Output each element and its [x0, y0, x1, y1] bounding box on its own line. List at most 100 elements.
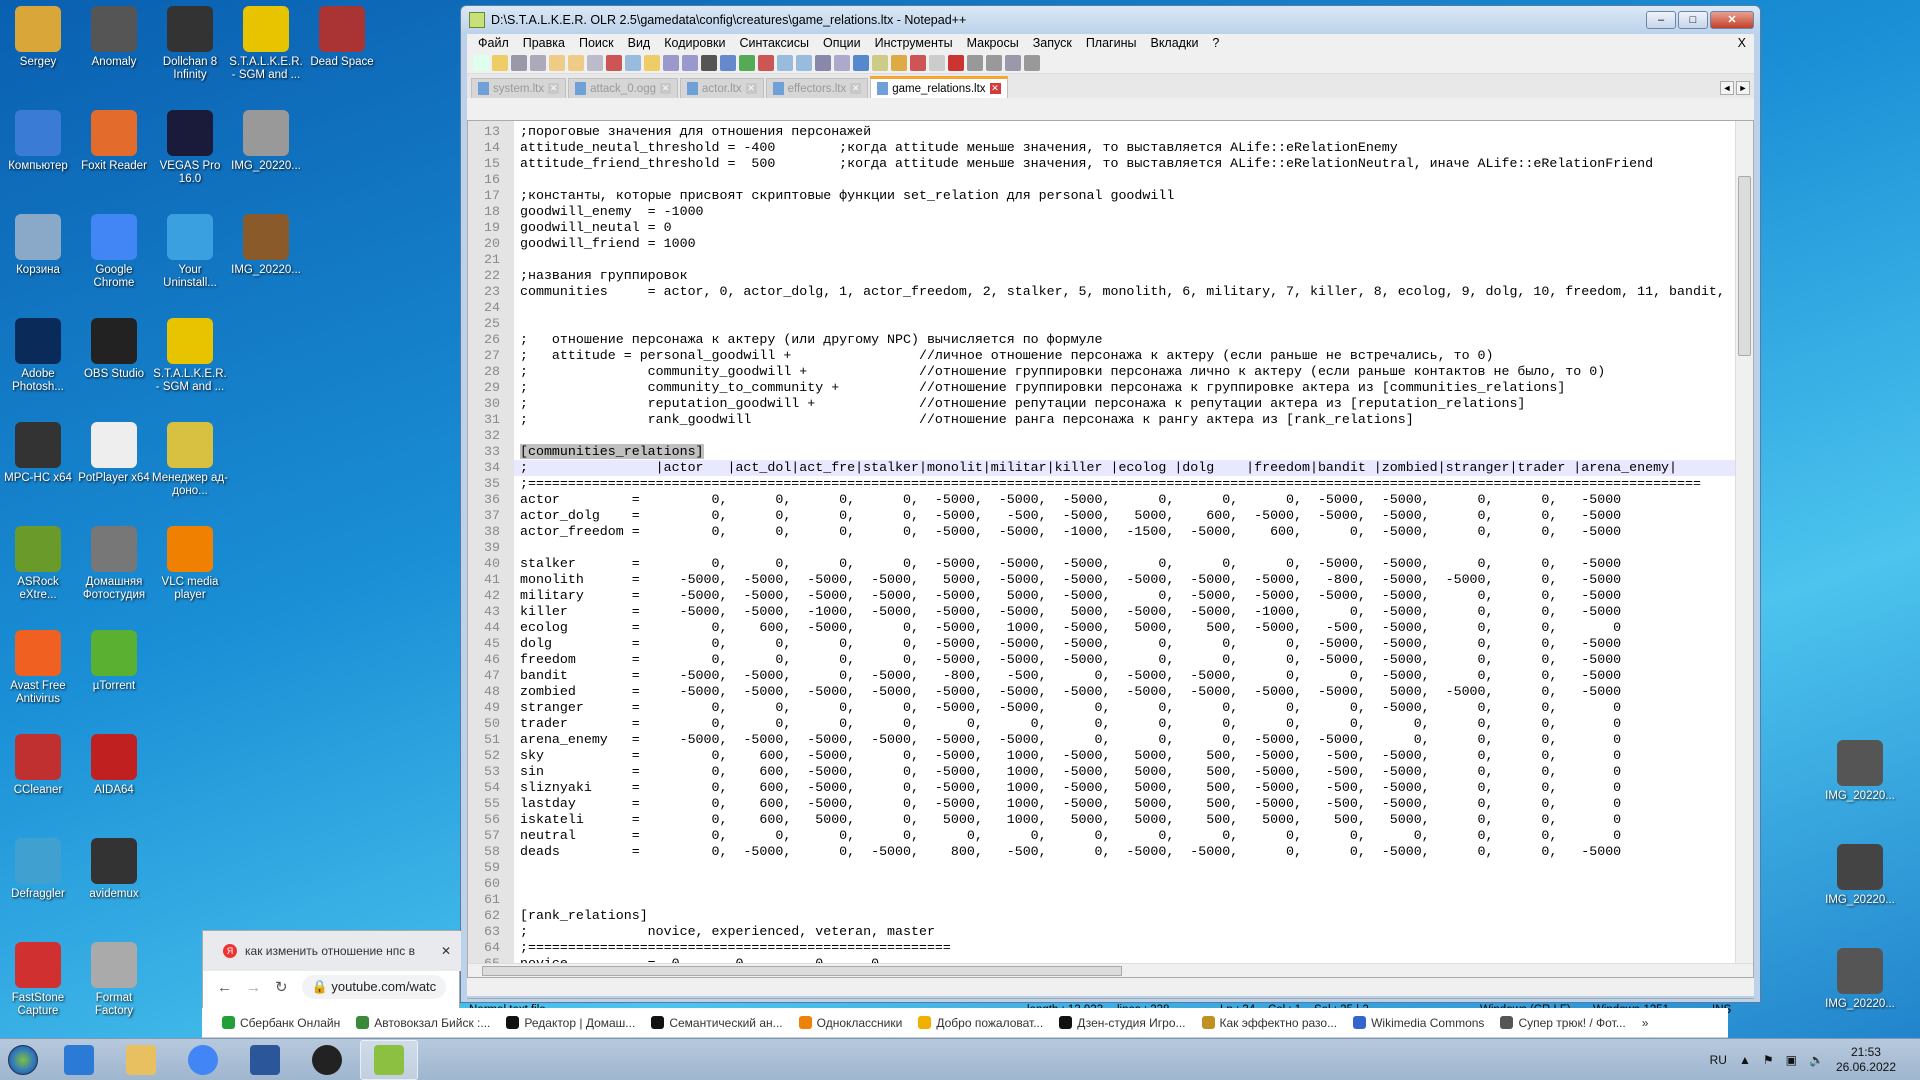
menu-item[interactable]: Поиск [572, 36, 621, 50]
desktop-icon[interactable]: IMG_20220... [228, 110, 304, 173]
desktop-icon[interactable]: VLC media player [152, 526, 228, 602]
bookmarks-more-button[interactable]: » [1642, 1016, 1649, 1030]
desktop-icon[interactable]: Менеджер ад-доно... [152, 422, 228, 498]
desktop-icon[interactable]: Defraggler [0, 838, 76, 901]
bookmark[interactable]: Сбербанк Онлайн [222, 1016, 340, 1030]
desktop-icon[interactable]: Dollchan 8 Infinity [152, 6, 228, 82]
language-indicator[interactable]: RU [1710, 1053, 1727, 1067]
toolbar-button-icon[interactable] [701, 54, 717, 71]
tab-scroll-button[interactable]: ◄ [1720, 81, 1734, 95]
toolbar-button-icon[interactable] [511, 54, 527, 71]
toolbar-button-icon[interactable] [872, 54, 888, 71]
bookmark[interactable]: Добро пожаловат... [918, 1016, 1043, 1030]
toolbar-button-icon[interactable] [625, 54, 641, 71]
toolbar-button-icon[interactable] [1024, 54, 1040, 71]
desktop-icon[interactable]: Dead Space [304, 6, 380, 69]
toolbar-button-icon[interactable] [967, 54, 983, 71]
desktop-icon[interactable]: Sergey [0, 6, 76, 69]
minimize-button[interactable]: – [1646, 11, 1676, 29]
forward-icon[interactable]: → [246, 979, 261, 996]
back-icon[interactable]: ← [217, 979, 232, 996]
toolbar-button-icon[interactable] [739, 54, 755, 71]
toolbar-button-icon[interactable] [853, 54, 869, 71]
bookmark[interactable]: Одноклассники [798, 1016, 902, 1030]
menu-item[interactable]: Опции [816, 36, 868, 50]
toolbar-button-icon[interactable] [891, 54, 907, 71]
network-icon[interactable]: ▣ [1786, 1053, 1797, 1067]
toolbar-button-icon[interactable] [986, 54, 1002, 71]
desktop-icon[interactable]: Adobe Photosh... [0, 318, 76, 394]
toolbar-button-icon[interactable] [682, 54, 698, 71]
address-bar[interactable]: 🔒 youtube.com/watc [301, 975, 447, 999]
chrome-tab[interactable]: Я как изменить отношение нпс в ✕ [203, 931, 461, 971]
toolbar-button-icon[interactable] [644, 54, 660, 71]
desktop-icon[interactable]: avidemux [76, 838, 152, 901]
toolbar-button-icon[interactable] [663, 54, 679, 71]
tray-expand-icon[interactable]: ▲ [1739, 1053, 1751, 1067]
desktop-icon[interactable]: OBS Studio [76, 318, 152, 381]
toolbar-button-icon[interactable] [549, 54, 565, 71]
toolbar-button-icon[interactable] [815, 54, 831, 71]
toolbar-button-icon[interactable] [568, 54, 584, 71]
menu-item[interactable]: Макросы [960, 36, 1026, 50]
menu-item[interactable]: Запуск [1026, 36, 1079, 50]
horizontal-scrollbar[interactable] [468, 963, 1753, 977]
volume-icon[interactable]: 🔊 [1809, 1053, 1824, 1067]
taskbar-explorer[interactable] [112, 1040, 170, 1080]
tab-file[interactable]: actor.ltx ✕ [679, 78, 764, 98]
desktop-icon[interactable]: Your Uninstall... [152, 214, 228, 290]
toolbar-button-icon[interactable] [758, 54, 774, 71]
tab-scroll-button[interactable]: ► [1736, 81, 1750, 95]
desktop-icon[interactable]: S.T.A.L.K.E.R. - SGM and ... [228, 6, 304, 82]
toolbar-button-icon[interactable] [492, 54, 508, 71]
menu-item[interactable]: Синтаксисы [732, 36, 816, 50]
tab-file[interactable]: effectors.ltx ✕ [765, 78, 869, 98]
bookmark[interactable]: Wikimedia Commons [1353, 1016, 1484, 1030]
toolbar-button-icon[interactable] [910, 54, 926, 71]
menu-item[interactable]: Вкладки [1143, 36, 1205, 50]
tab-file[interactable]: system.ltx ✕ [471, 78, 567, 98]
toolbar-button-icon[interactable] [530, 54, 546, 71]
bookmark[interactable]: Супер трюк! / Фот... [1500, 1016, 1626, 1030]
desktop-icon[interactable]: IMG_20220... [1822, 844, 1898, 907]
desktop-icon[interactable]: Foxit Reader [76, 110, 152, 173]
tab-file[interactable]: attack_0.ogg ✕ [568, 78, 678, 98]
close-document-button[interactable]: X [1731, 36, 1754, 50]
text-editor[interactable]: 13 ;пороговые значения для отношения перс… [467, 120, 1754, 978]
tab-close-icon[interactable]: ✕ [441, 944, 451, 958]
bookmark[interactable]: Автовокзал Бийск :... [356, 1016, 490, 1030]
menu-item[interactable]: Кодировки [657, 36, 732, 50]
toolbar-button-icon[interactable] [796, 54, 812, 71]
flag-icon[interactable]: ⚑ [1763, 1053, 1774, 1067]
desktop-icon[interactable]: Anomaly [76, 6, 152, 69]
desktop-icon[interactable]: AIDA64 [76, 734, 152, 797]
taskbar-chrome[interactable] [174, 1040, 232, 1080]
desktop-icon[interactable]: ASRock eXtre... [0, 526, 76, 602]
maximize-button[interactable]: □ [1678, 11, 1708, 29]
menu-item[interactable]: Инструменты [868, 36, 960, 50]
desktop-icon[interactable]: IMG_20220... [1822, 948, 1898, 1011]
desktop-icon[interactable]: IMG_20220... [228, 214, 304, 277]
toolbar-button-icon[interactable] [606, 54, 622, 71]
tab-close-icon[interactable]: ✕ [989, 83, 1001, 94]
menu-item[interactable]: Правка [516, 36, 572, 50]
menu-item[interactable]: Плагины [1079, 36, 1144, 50]
toolbar-button-icon[interactable] [1005, 54, 1021, 71]
clock[interactable]: 21:53 26.06.2022 [1836, 1045, 1896, 1075]
tab-close-icon[interactable]: ✕ [850, 83, 862, 94]
desktop-icon[interactable]: Домашняя Фотостудия [76, 526, 152, 602]
menu-item[interactable]: Файл [471, 36, 516, 50]
desktop-icon[interactable]: µTorrent [76, 630, 152, 693]
bookmark[interactable]: Дзен-студия Игро... [1059, 1016, 1186, 1030]
desktop-icon[interactable]: Format Factory [76, 942, 152, 1018]
desktop-icon[interactable]: VEGAS Pro 16.0 [152, 110, 228, 186]
toolbar-button-icon[interactable] [929, 54, 945, 71]
desktop-icon[interactable]: CCleaner [0, 734, 76, 797]
desktop-icon[interactable]: MPC-HC x64 [0, 422, 76, 485]
bookmark[interactable]: Семантический ан... [651, 1016, 783, 1030]
reload-icon[interactable]: ↻ [275, 978, 288, 996]
tab-close-icon[interactable]: ✕ [745, 83, 757, 94]
tab-close-icon[interactable]: ✕ [548, 83, 560, 94]
bookmark[interactable]: Редактор | Домаш... [506, 1016, 635, 1030]
toolbar-button-icon[interactable] [587, 54, 603, 71]
